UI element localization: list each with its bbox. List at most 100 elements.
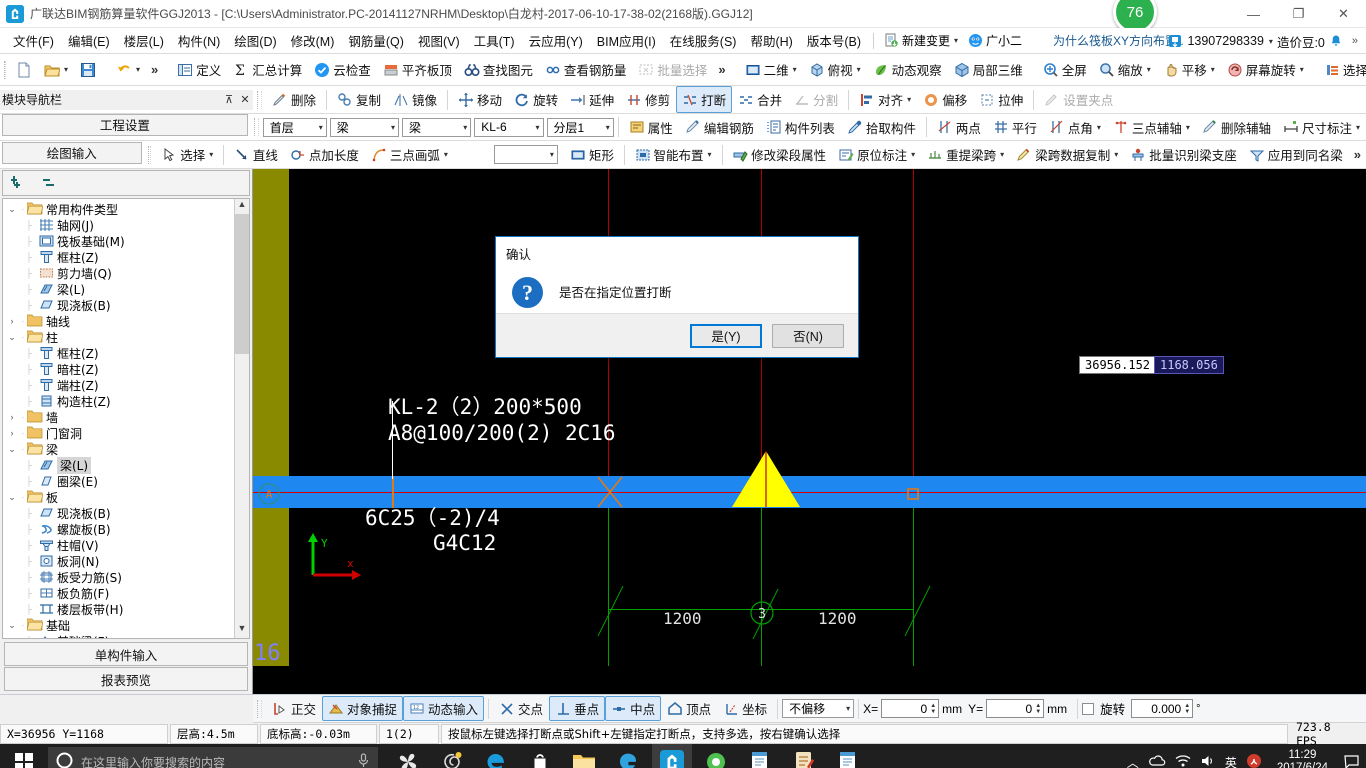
set-gripper-button[interactable]: 设置夹点	[1038, 86, 1119, 113]
search-input[interactable]: 在这里输入你要搜索的内容	[48, 747, 378, 768]
find-element-button[interactable]: 查找图元	[458, 56, 539, 83]
doc2-app-icon[interactable]	[828, 744, 868, 768]
point-angle-chevron-down-icon[interactable]: ▾	[1097, 123, 1101, 132]
two-point-axis-button[interactable]: 两点	[931, 114, 987, 141]
screen-rotate-chevron-down-icon[interactable]: ▾	[1300, 65, 1304, 74]
toolbar-grip[interactable]	[4, 60, 6, 79]
tree-item-门窗洞[interactable]: › · 门窗洞	[5, 425, 234, 441]
offset-x-input[interactable]: 0 ▲ ▼	[881, 699, 940, 718]
tree-item-板洞n[interactable]: ├ 板洞(N)	[5, 553, 234, 569]
coins-label[interactable]: 造价豆:0	[1277, 32, 1325, 51]
phone-number[interactable]: 13907298339	[1187, 34, 1263, 48]
network-icon[interactable]	[1175, 754, 1191, 768]
menu-bim-app[interactable]: BIM应用(I)	[590, 28, 663, 53]
tree-item-暗柱z[interactable]: ├ 暗柱(Z)	[5, 361, 234, 377]
menu-file[interactable]: 文件(F)	[6, 28, 61, 53]
tree-item-柱帽v[interactable]: ├ 柱帽(V)	[5, 537, 234, 553]
tree-expander-icon[interactable]: ›	[5, 316, 19, 326]
tree-item-基础梁f[interactable]: ├ 基础梁(F)	[5, 633, 234, 638]
snap-perpendicular[interactable]: 垂点	[549, 696, 606, 721]
rotate-stepper-icon[interactable]: ▲ ▼	[1184, 703, 1190, 715]
tree-expander-icon[interactable]: ›	[5, 412, 19, 422]
nav-panel-close-icon[interactable]: ✕	[237, 93, 253, 106]
open-chevron-down-icon[interactable]: ▾	[64, 65, 68, 74]
nav-section-report-preview[interactable]: 报表预览	[4, 667, 248, 691]
store-icon[interactable]	[520, 744, 560, 768]
snap-vertex[interactable]: 顶点	[661, 696, 717, 721]
screen-rotate-button[interactable]: 屏幕旋转 ▾	[1221, 56, 1310, 83]
menu-cloud-app[interactable]: 云应用(Y)	[522, 28, 590, 53]
component-list-button[interactable]: 构件列表	[760, 114, 841, 141]
define-button[interactable]: 定义	[171, 56, 227, 83]
smart-layout-chevron-down-icon[interactable]: ▾	[708, 150, 712, 159]
zoom-button[interactable]: 缩放 ▾	[1093, 56, 1157, 83]
tree-item-板[interactable]: ⌄ · 板	[5, 489, 234, 505]
rotate-input[interactable]: 0.000 ▲ ▼	[1131, 699, 1194, 718]
batch-select-button[interactable]: 批量选择	[632, 56, 713, 83]
tree-scrollbar[interactable]: ▲ ▼	[234, 199, 249, 638]
mirror-button[interactable]: 镜像	[387, 86, 443, 113]
menu-help[interactable]: 帮助(H)	[743, 28, 799, 53]
tree-item-墙[interactable]: › · 墙	[5, 409, 234, 425]
original-annotation-chevron-down-icon[interactable]: ▾	[911, 150, 915, 159]
tree-item-常用构件类型[interactable]: ⌄ · 常用构件类型	[5, 201, 234, 217]
phone-chevron-down-icon[interactable]: ▾	[1269, 37, 1273, 46]
summary-calc-button[interactable]: Σ 汇总计算	[227, 56, 308, 83]
beam-span-copy-chevron-down-icon[interactable]: ▾	[1114, 150, 1118, 159]
merge-button[interactable]: 合并	[732, 86, 788, 113]
taskbar-clock[interactable]: 11:29 2017/6/24	[1271, 749, 1334, 768]
notes-app-icon[interactable]	[784, 744, 824, 768]
nav-section-project-settings[interactable]: 工程设置	[2, 113, 248, 136]
edit-rebar-button[interactable]: 编辑钢筋	[679, 114, 760, 141]
dynamic-input-x[interactable]: 36956.152	[1079, 356, 1157, 374]
offset-button[interactable]: 偏移	[917, 86, 973, 113]
component-type-select[interactable]: 梁 ▾	[402, 117, 472, 137]
offset-x-stepper-icon[interactable]: ▲ ▼	[930, 703, 936, 715]
menubar-overflow-icon[interactable]: »	[1348, 35, 1362, 47]
trim-button[interactable]: 修剪	[620, 86, 676, 113]
volume-icon[interactable]	[1200, 754, 1216, 768]
tree-item-端柱z[interactable]: ├ 端柱(Z)	[5, 377, 234, 393]
top-view-chevron-down-icon[interactable]: ▾	[857, 65, 861, 74]
add-component-icon[interactable]	[11, 174, 33, 193]
close-button[interactable]: ✕	[1321, 0, 1366, 28]
rotate-checkbox[interactable]	[1082, 702, 1095, 715]
move-button[interactable]: 移动	[452, 86, 508, 113]
line-button[interactable]: 直线	[228, 141, 284, 168]
menu-rebar-qty[interactable]: 钢筋量(Q)	[341, 28, 411, 53]
edge-icon[interactable]	[476, 744, 516, 768]
undo-button[interactable]: ▾	[110, 58, 146, 82]
cloud-check-button[interactable]: 云检查	[308, 56, 377, 83]
browser-green-icon[interactable]	[696, 744, 736, 768]
tree-item-筏板基础m[interactable]: ├ 筏板基础(M)	[5, 233, 234, 249]
tree-item-梁[interactable]: ⌄ · 梁	[5, 441, 234, 457]
copy-button[interactable]: 复制	[331, 86, 387, 113]
ime-indicator[interactable]: 英	[1225, 754, 1237, 768]
undo-chevron-down-icon[interactable]: ▾	[136, 65, 140, 74]
promo-link[interactable]: 为什么筏板XY方向布置..	[1053, 32, 1184, 49]
layer-select[interactable]: 分层1 ▾	[546, 117, 614, 137]
chevron-down-icon[interactable]: ▾	[954, 36, 958, 45]
snap-mode-osnap[interactable]: 对象捕捉	[322, 696, 404, 721]
snap-intersection[interactable]: 交点	[493, 696, 549, 721]
new-change-button[interactable]: 新建变更 ▾	[879, 30, 963, 51]
gb-app-icon[interactable]	[608, 744, 648, 768]
open-file-button[interactable]: ▾	[38, 58, 74, 82]
start-button[interactable]	[0, 744, 48, 768]
dialog-no-button[interactable]: 否(N)	[772, 323, 844, 348]
snapbar-grip[interactable]	[257, 699, 262, 718]
smart-layout-button[interactable]: 智能布置 ▾	[629, 141, 718, 168]
tree-item-剪力墙q[interactable]: ├ 剪力墙(Q)	[5, 265, 234, 281]
explorer-icon[interactable]	[564, 744, 604, 768]
toolbar-component-grip[interactable]	[253, 118, 259, 136]
new-file-button[interactable]	[10, 58, 38, 82]
local-3d-button[interactable]: 局部三维	[948, 56, 1029, 83]
component-select[interactable]: KL-6 ▾	[474, 117, 544, 137]
tree-item-框柱z[interactable]: ├ 框柱(Z)	[5, 249, 234, 265]
pan-chevron-down-icon[interactable]: ▾	[1211, 65, 1215, 74]
tree-item-现浇板b[interactable]: ├ 现浇板(B)	[5, 297, 234, 313]
snap-coordinate[interactable]: 坐标	[717, 696, 773, 721]
tree-item-楼层板带h[interactable]: ├ 楼层板带(H)	[5, 601, 234, 617]
snap-mode-ortho[interactable]: 正交	[266, 696, 322, 721]
tree-item-框柱z[interactable]: ├ 框柱(Z)	[5, 345, 234, 361]
